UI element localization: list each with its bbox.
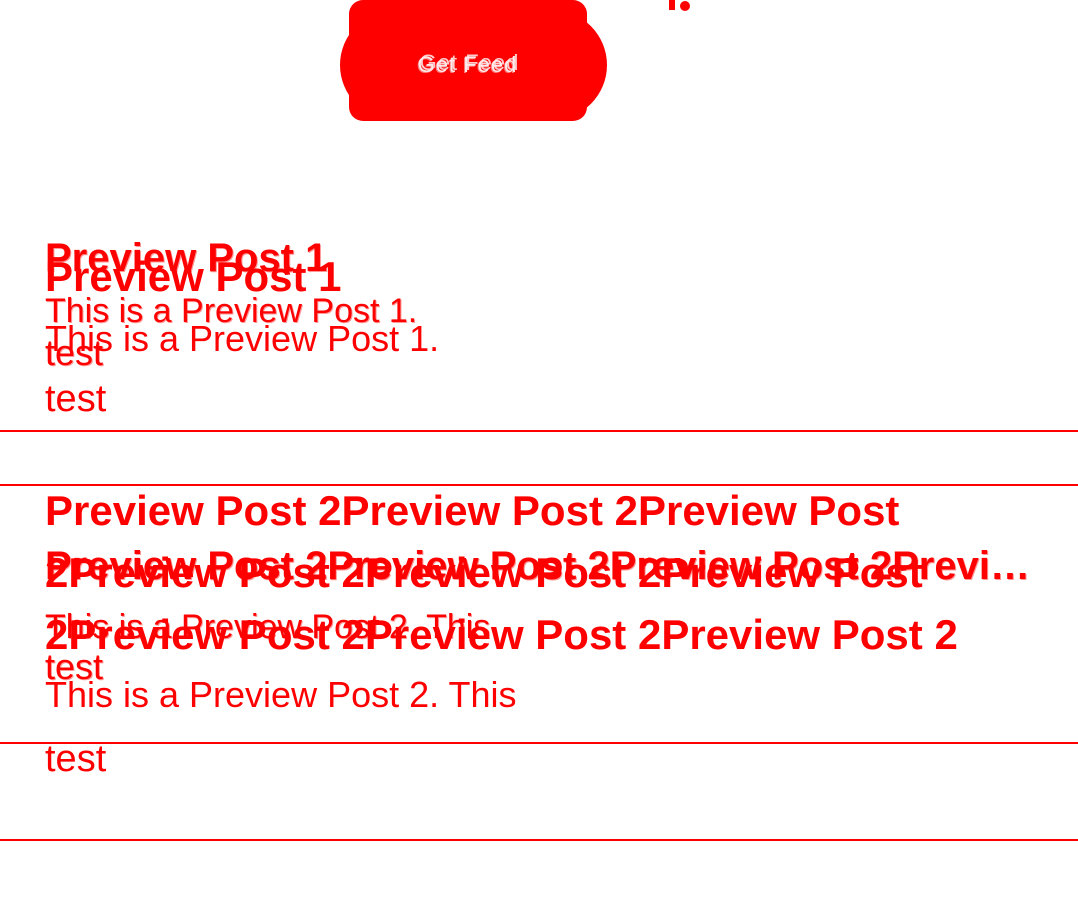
status-dot-icon (669, 0, 690, 11)
post-card-2-content: Preview Post 2Preview Post 2Preview Post… (45, 480, 1033, 783)
get-feed-button-label: Get Feed (417, 52, 518, 77)
post-card-1-content: Preview Post 1 This is a Preview Post 1.… (45, 256, 1033, 423)
post-divider (0, 430, 1078, 432)
post-tag: test (45, 378, 107, 420)
post-title: Preview Post 1 (45, 256, 342, 298)
post-divider (0, 742, 1078, 744)
post-title: Preview Post 2Preview Post 2Preview Post… (45, 487, 958, 658)
post-body: This is a Preview Post 2. This (45, 674, 517, 715)
post-divider (0, 839, 1078, 841)
post-body: This is a Preview Post 1. (45, 318, 440, 359)
get-feed-button[interactable]: Get Feed (340, 10, 607, 120)
